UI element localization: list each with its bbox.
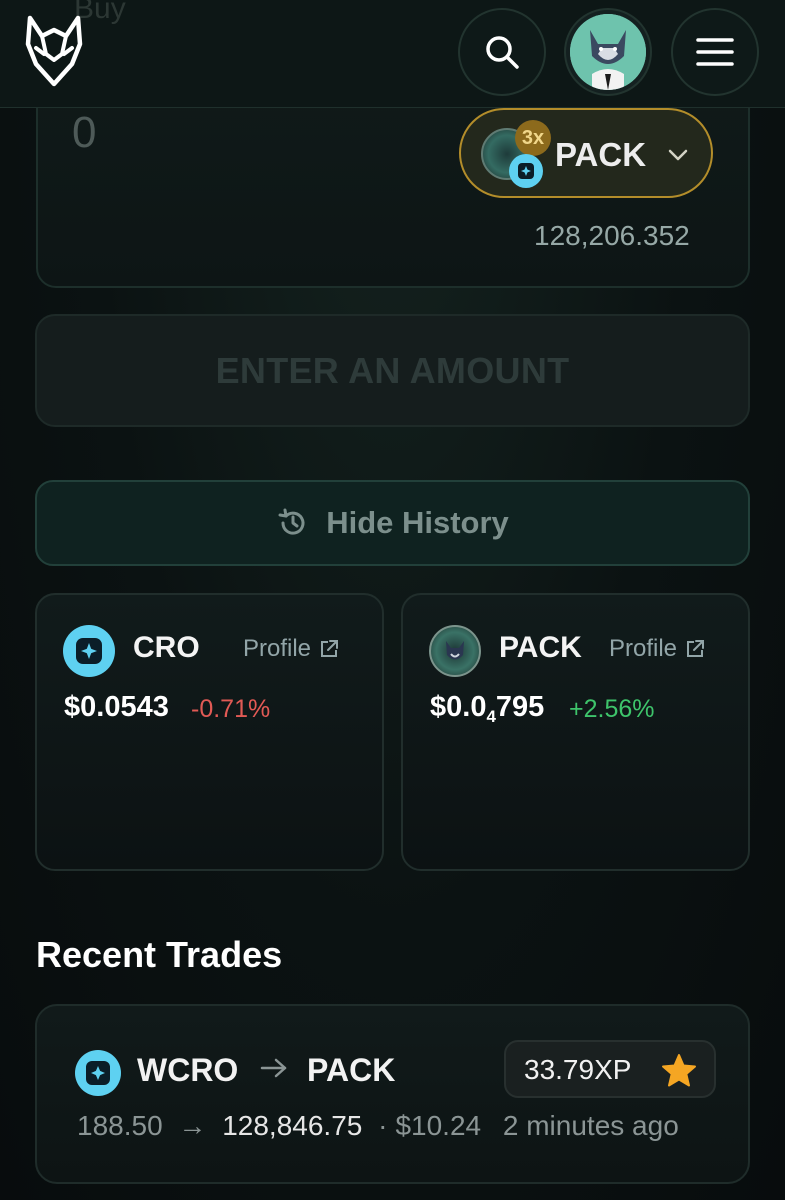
star-icon	[662, 1054, 696, 1087]
history-icon	[278, 508, 305, 535]
profile-avatar-button[interactable]	[564, 8, 652, 96]
profile-link-label: Profile	[609, 635, 678, 662]
recent-trades-title: Recent Trades	[36, 934, 283, 975]
price-change: -0.71%	[191, 695, 271, 723]
cro-chain-icon	[509, 154, 543, 188]
trade-usd-value: $10.24	[395, 1110, 482, 1141]
xp-badge: 33.79XP	[504, 1040, 716, 1098]
pack-token-icon	[429, 625, 481, 677]
hide-history-label: Hide History	[326, 505, 509, 540]
search-icon	[486, 36, 519, 69]
wolf-avatar-icon	[570, 14, 646, 90]
trade-to-token: PACK	[307, 1052, 396, 1088]
separator-dot: ·	[378, 1110, 388, 1141]
token-selector-button[interactable]: 3x PACK	[459, 108, 713, 198]
arrow-right-icon: →	[178, 1110, 207, 1141]
external-link-icon	[321, 640, 339, 657]
token-symbol: CRO	[133, 631, 200, 664]
token-price: $0.0543	[64, 691, 169, 723]
avatar	[570, 14, 646, 90]
search-button[interactable]	[458, 8, 546, 96]
token-price: $0.04795	[430, 691, 544, 727]
profile-link-label: Profile	[243, 635, 312, 662]
trade-from-token: WCRO	[137, 1052, 239, 1088]
token-card-cro[interactable]: CRO Profile $0.0543 -0.71%	[35, 593, 384, 871]
fox-logo-icon[interactable]	[22, 14, 86, 90]
xp-value: 33.79XP	[524, 1054, 632, 1085]
token-balance: 128,206.352	[534, 220, 690, 251]
chevron-down-icon	[668, 149, 688, 161]
profile-link[interactable]: Profile	[243, 635, 339, 663]
buy-amount-input[interactable]: 0	[72, 108, 96, 158]
trade-details: 188.50 → 128,846.75 · $10.24 2 minutes ag…	[77, 1110, 679, 1142]
price-zero-count: 4	[486, 707, 496, 726]
wcro-token-icon	[75, 1050, 121, 1096]
menu-button[interactable]	[671, 8, 759, 96]
external-link-icon	[687, 640, 705, 657]
hide-history-button[interactable]: Hide History	[35, 480, 750, 566]
hamburger-menu-icon	[696, 38, 734, 66]
price-change: +2.56%	[569, 695, 655, 723]
trade-amount-in: 188.50	[77, 1110, 163, 1141]
token-symbol: PACK	[499, 631, 582, 664]
cro-token-icon	[63, 625, 115, 677]
trade-row[interactable]: WCRO PACK 33.79XP 188.50 → 128,846.75 · $…	[35, 1004, 750, 1184]
trade-time: 2 minutes ago	[502, 1110, 679, 1141]
price-suffix: 795	[495, 691, 545, 723]
selected-token-symbol: PACK	[555, 136, 647, 173]
enter-amount-button[interactable]: ENTER AN AMOUNT	[35, 314, 750, 427]
multiplier-badge: 3x	[515, 120, 551, 156]
token-card-pack[interactable]: PACK Profile $0.04795 +2.56%	[401, 593, 750, 871]
arrow-right-icon	[260, 1058, 287, 1078]
trade-amount-out: 128,846.75	[222, 1110, 363, 1141]
profile-link[interactable]: Profile	[609, 635, 705, 663]
price-prefix: $0.0	[430, 691, 487, 723]
